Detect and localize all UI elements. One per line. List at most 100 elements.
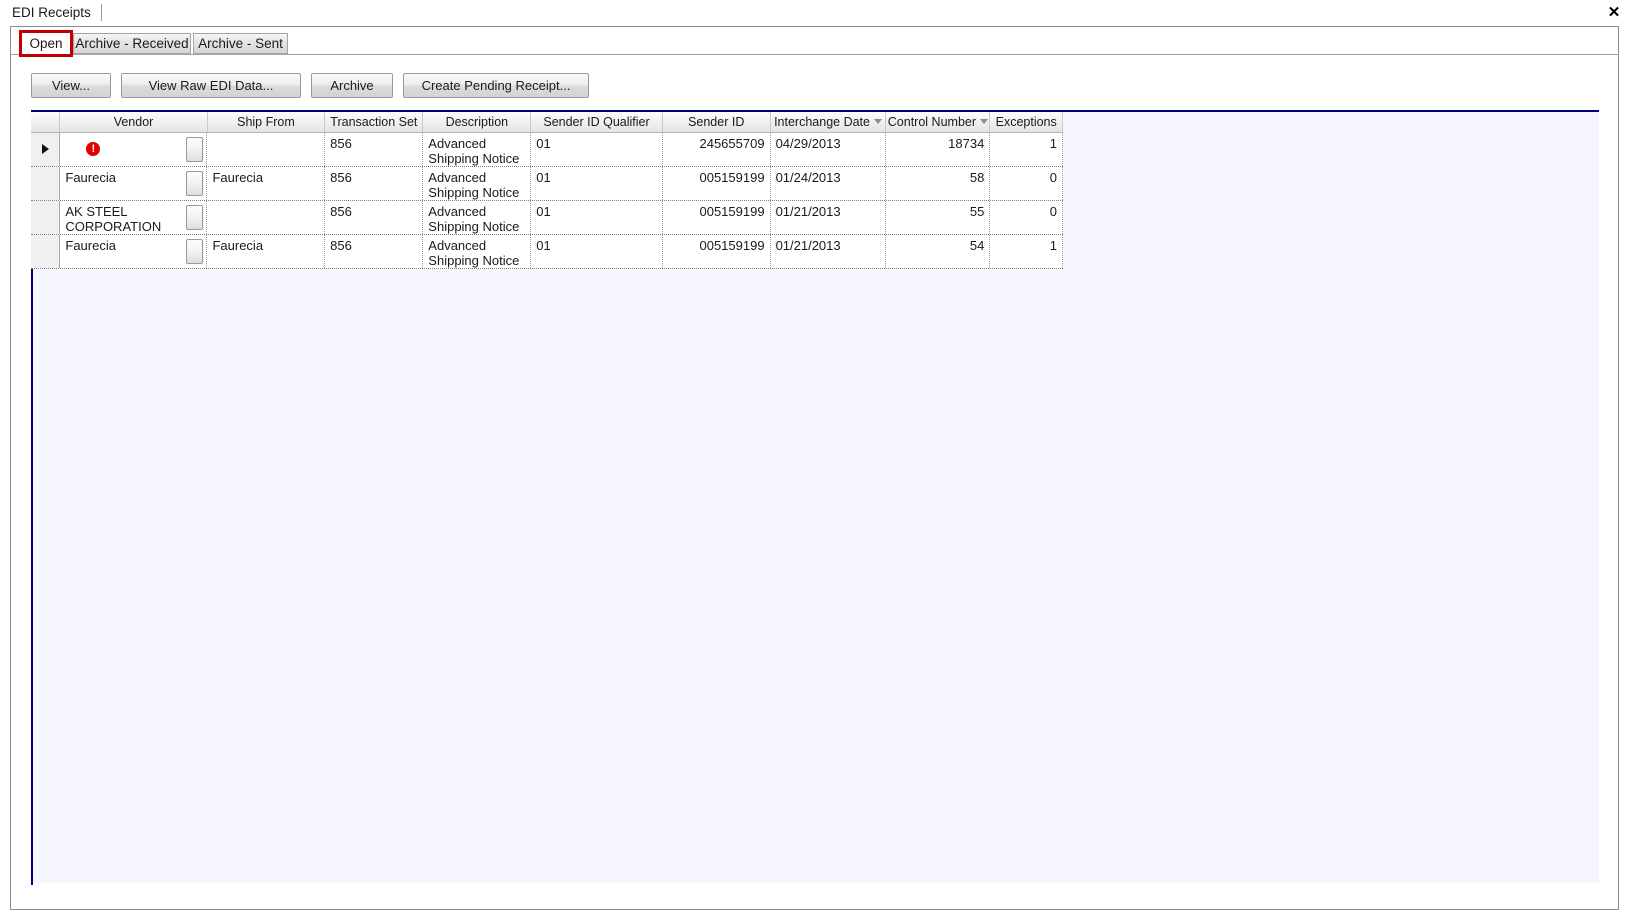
document-tab-edi-receipts[interactable]: EDI Receipts (12, 0, 91, 25)
cell-txn-set[interactable]: 856 (325, 235, 424, 268)
cell-control[interactable]: 54 (886, 235, 991, 268)
table-row[interactable]: ! 856 Advanced Shipping Notice 01 245655709 0… (31, 133, 1063, 167)
cell-text: 04/29/2013 (775, 136, 841, 151)
cell-txn-set[interactable]: 856 (325, 133, 424, 166)
cell-vendor[interactable]: Faurecia (60, 167, 208, 200)
cell-control[interactable]: 18734 (886, 133, 991, 166)
vendor-lookup-button[interactable] (186, 239, 204, 264)
cell-txn-set[interactable]: 856 (325, 167, 424, 200)
table-row[interactable]: Faurecia Faurecia 856 Advanced Shipping Not… (31, 167, 1063, 201)
row-selector[interactable] (31, 167, 61, 200)
sort-desc-icon (980, 119, 989, 125)
cell-interchange[interactable]: 01/21/2013 (771, 235, 887, 268)
vendor-lookup-button[interactable] (186, 137, 204, 162)
row-selector[interactable] (31, 235, 61, 268)
cell-text: 01 (536, 238, 551, 253)
cell-text: 01 (536, 204, 551, 219)
column-header-qualifier[interactable]: Sender ID Qualifier (531, 112, 663, 132)
cell-control[interactable]: 55 (886, 201, 991, 234)
cell-text: Advanced Shipping Notice (428, 238, 520, 268)
cell-qualifier[interactable]: 01 (531, 235, 663, 268)
cell-sender-id[interactable]: 005159199 (663, 235, 771, 268)
cell-exceptions[interactable]: 1 (990, 235, 1063, 268)
row-selector[interactable] (31, 201, 61, 234)
cell-sender-id[interactable]: 245655709 (663, 133, 771, 166)
column-header-label: Ship From (237, 115, 295, 129)
cell-text: 856 (330, 204, 352, 219)
cell-text: Faurecia (65, 238, 116, 253)
column-header-label: Sender ID (688, 115, 745, 129)
cell-ship-from[interactable]: Faurecia (207, 235, 326, 268)
table-row[interactable]: Faurecia Faurecia 856 Advanced Shipping Not… (31, 235, 1063, 269)
close-icon[interactable]: ✕ (1603, 3, 1625, 23)
cell-vendor[interactable]: AK STEEL CORPORATION (60, 201, 208, 234)
cell-description[interactable]: Advanced Shipping Notice (423, 167, 532, 200)
cell-ship-from[interactable] (207, 133, 326, 166)
cell-text: 1 (1049, 238, 1057, 253)
view-button[interactable]: View... (31, 72, 111, 98)
column-header-vendor[interactable]: Vendor (60, 112, 208, 132)
cell-text: 0 (1049, 204, 1057, 219)
vendor-lookup-button[interactable] (186, 171, 204, 196)
cell-text: 58 (969, 170, 985, 185)
cell-text: 245655709 (699, 136, 765, 151)
cell-description[interactable]: Advanced Shipping Notice (423, 133, 532, 166)
column-header-txn-set[interactable]: Transaction Set (325, 112, 424, 132)
tab-strip: Open Archive - Received Archive - Sent (11, 30, 1618, 57)
cell-ship-from[interactable] (207, 201, 326, 234)
cell-sender-id[interactable]: 005159199 (663, 201, 771, 234)
cell-text: 856 (330, 136, 352, 151)
cell-interchange[interactable]: 04/29/2013 (771, 133, 887, 166)
column-header-control[interactable]: Control Number (886, 112, 991, 132)
cell-vendor[interactable]: ! (60, 133, 208, 166)
column-header-label: Sender ID Qualifier (543, 115, 650, 129)
cell-text: Faurecia (212, 170, 264, 185)
cell-text: Faurecia (65, 170, 116, 185)
column-header-interchange[interactable]: Interchange Date (771, 112, 887, 132)
cell-text: Advanced Shipping Notice (428, 204, 520, 234)
cell-qualifier[interactable]: 01 (531, 201, 663, 234)
tab-archive-received[interactable]: Archive - Received (73, 33, 191, 54)
row-selector[interactable] (31, 133, 61, 166)
edi-receipts-form: Open Archive - Received Archive - Sent Vie… (10, 26, 1619, 910)
document-tab-bar: EDI Receipts ✕ (0, 0, 1633, 25)
tab-separator (100, 4, 102, 21)
cell-text: 0 (1049, 170, 1057, 185)
tab-archive-sent[interactable]: Archive - Sent (193, 33, 288, 54)
cell-exceptions[interactable]: 1 (990, 133, 1063, 166)
cell-exceptions[interactable]: 0 (990, 201, 1063, 234)
tab-open[interactable]: Open (21, 32, 71, 55)
table-row[interactable]: AK STEEL CORPORATION 856 Advanced Shipping… (31, 201, 1063, 235)
cell-description[interactable]: Advanced Shipping Notice (423, 235, 532, 268)
cell-control[interactable]: 58 (886, 167, 991, 200)
cell-text: 01/24/2013 (775, 170, 841, 185)
create-pending-receipt-button[interactable]: Create Pending Receipt... (403, 72, 589, 98)
cell-exceptions[interactable]: 0 (990, 167, 1063, 200)
cell-text: 856 (330, 238, 352, 253)
cell-text: 18734 (948, 136, 985, 151)
column-header-label: Transaction Set (330, 115, 418, 129)
column-header-description[interactable]: Description (423, 112, 532, 132)
vendor-lookup-button[interactable] (186, 205, 204, 230)
cell-text: 01 (536, 170, 551, 185)
cell-interchange[interactable]: 01/24/2013 (771, 167, 887, 200)
cell-qualifier[interactable]: 01 (531, 133, 663, 166)
cell-description[interactable]: Advanced Shipping Notice (423, 201, 532, 234)
cell-txn-set[interactable]: 856 (325, 201, 424, 234)
column-header-label: Exceptions (995, 115, 1057, 129)
edi-receipts-grid[interactable]: Vendor Ship From Transaction Set Descriptio… (31, 110, 1599, 885)
column-header-ship-from[interactable]: Ship From (208, 112, 326, 132)
cell-sender-id[interactable]: 005159199 (663, 167, 771, 200)
cell-ship-from[interactable]: Faurecia (207, 167, 326, 200)
view-raw-edi-data-button[interactable]: View Raw EDI Data... (121, 72, 301, 98)
cell-interchange[interactable]: 01/21/2013 (771, 201, 887, 234)
row-selector-arrow-icon (42, 144, 49, 154)
cell-text: 005159199 (699, 204, 765, 219)
column-header-sender-id[interactable]: Sender ID (663, 112, 771, 132)
column-header-exceptions[interactable]: Exceptions (990, 112, 1063, 132)
error-icon[interactable]: ! (86, 142, 101, 156)
cell-vendor[interactable]: Faurecia (60, 235, 208, 268)
cell-qualifier[interactable]: 01 (531, 167, 663, 200)
cell-text: 01/21/2013 (775, 204, 841, 219)
archive-button[interactable]: Archive (311, 72, 393, 98)
